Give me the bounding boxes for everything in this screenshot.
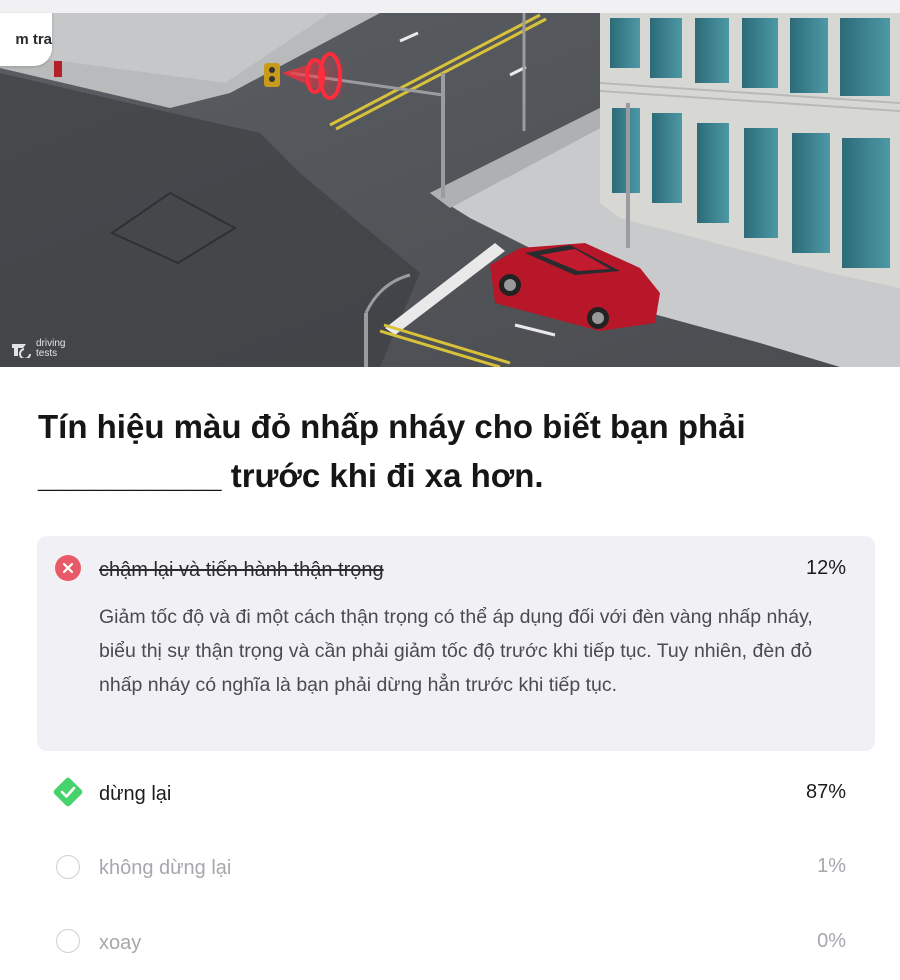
answer-option-1-label: chậm lại và tiến hành thận trọng (99, 559, 384, 581)
wrong-mark-icon (55, 555, 83, 583)
back-button[interactable]: m tra (0, 13, 52, 66)
answer-option-2-label: dừng lại (99, 783, 172, 805)
radio-empty-icon (56, 929, 84, 957)
correct-check-icon (51, 775, 85, 809)
answer-option-1-row[interactable]: chậm lại và tiến hành thận trọng 12% (0, 552, 900, 592)
radio-empty-icon (56, 855, 84, 883)
back-button-label: m tra (15, 31, 52, 48)
answer-option-4-label: xoay (99, 932, 142, 954)
watermark-line2: tests (36, 348, 58, 359)
answer-explanation: Giảm tốc độ và đi một cách thận trọng có… (99, 606, 813, 696)
question-text: Tín hiệu màu đỏ nhấp nháy cho biết bạn p… (38, 408, 746, 494)
question-illustration (0, 13, 900, 367)
answer-option-2[interactable]: dừng lại 87% (0, 775, 900, 815)
top-strip (0, 0, 900, 13)
answer-option-3-percent: 1% (817, 855, 846, 877)
driving-tests-logo-icon (12, 344, 31, 358)
watermark: driving tests (10, 339, 65, 359)
answer-option-4[interactable]: xoay 0% (0, 926, 900, 966)
answer-option-3-label: không dừng lại (99, 857, 232, 879)
answer-option-1-percent: 12% (805, 557, 846, 579)
answer-option-2-percent: 87% (805, 781, 846, 803)
answer-option-4-percent: 0% (817, 930, 846, 952)
answer-option-3[interactable]: không dừng lại 1% (0, 851, 900, 891)
